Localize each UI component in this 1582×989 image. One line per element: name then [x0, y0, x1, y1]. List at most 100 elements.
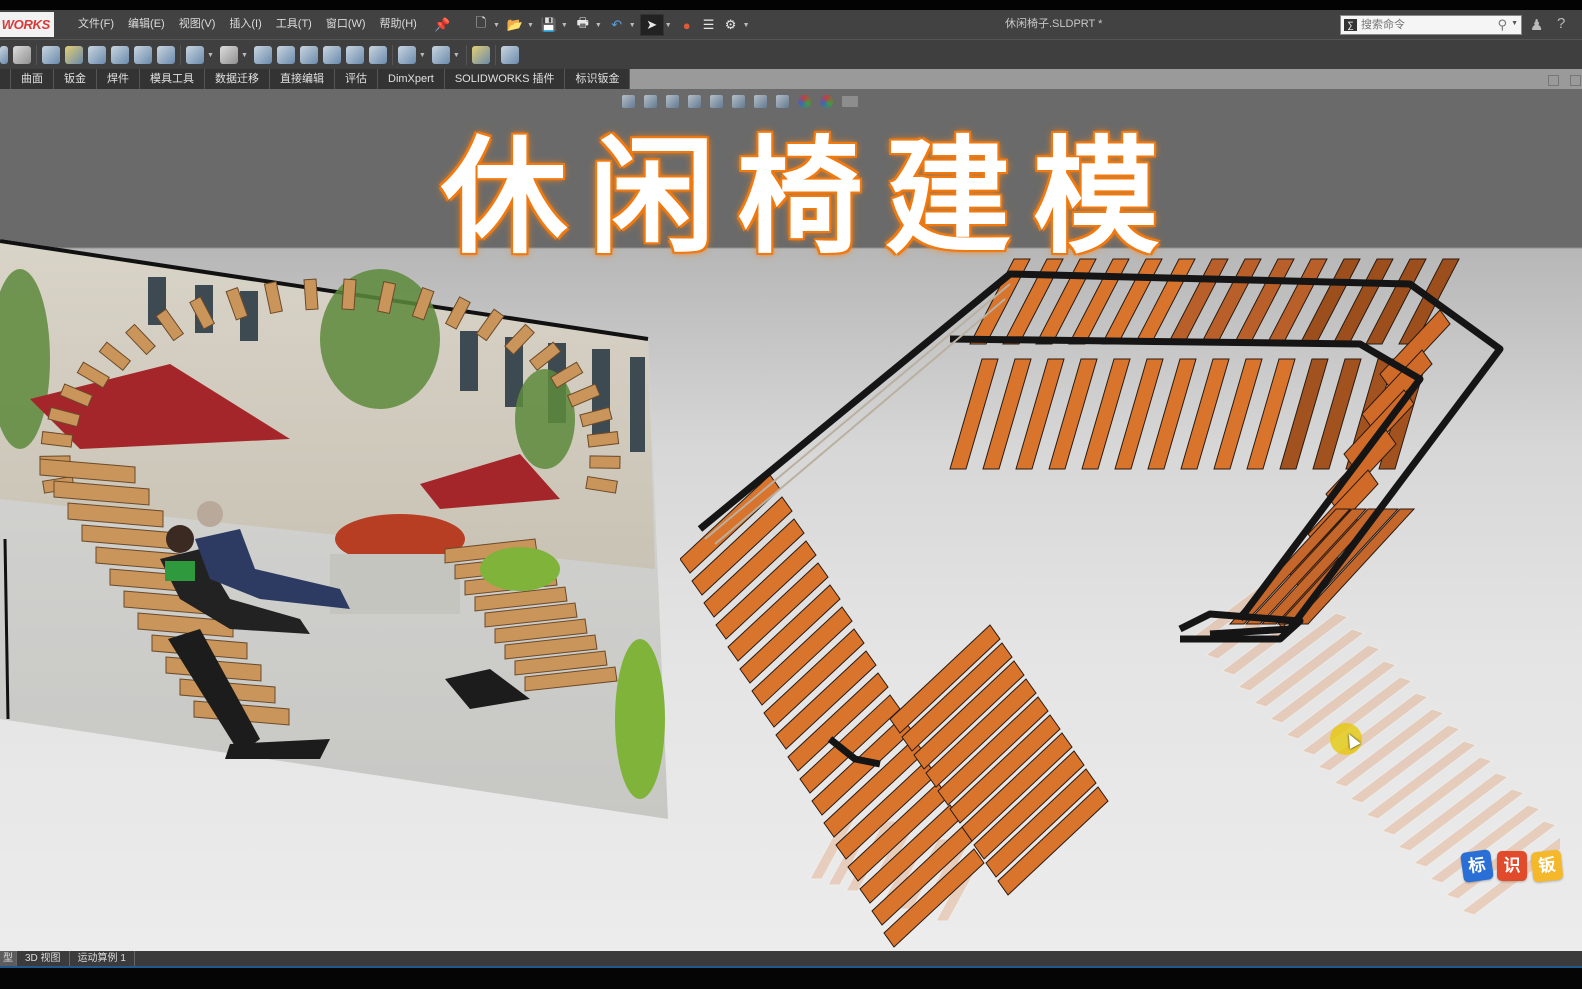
fillet-dropdown-icon[interactable]: ▼ — [207, 52, 214, 59]
right-seat-slats — [1228, 508, 1416, 625]
open-dropdown-icon[interactable]: ▼ — [527, 22, 534, 29]
tab-features[interactable] — [0, 69, 11, 89]
user-account-icon[interactable]: ♟ — [1530, 16, 1543, 34]
command-manager-tabs: 曲面 钣金 焊件 模具工具 数据迁移 直接编辑 评估 DimXpert SOLI… — [0, 69, 1582, 89]
tab-data-migration[interactable]: 数据迁移 — [205, 69, 270, 89]
tab-dimxpert[interactable]: DimXpert — [378, 69, 445, 89]
tab-weldments[interactable]: 焊件 — [97, 69, 140, 89]
toolbar-separator — [465, 45, 467, 65]
canopy-slats — [949, 258, 1460, 629]
linear-pattern-icon[interactable] — [219, 46, 238, 64]
print-dropdown-icon[interactable]: ▼ — [595, 22, 602, 29]
solidworks-logo[interactable]: WORKS — [0, 12, 54, 37]
boss-icon[interactable] — [13, 46, 31, 64]
rebuild-traffic-light-icon[interactable]: ● — [676, 15, 698, 35]
tab-evaluate[interactable]: 评估 — [335, 69, 378, 89]
reference-geometry-icon[interactable] — [397, 46, 416, 64]
menu-view[interactable]: 视图(V) — [179, 10, 216, 39]
select-pointer-icon[interactable]: ➤ — [639, 14, 664, 36]
search-icon[interactable]: ⚲ — [1497, 17, 1507, 33]
curves-dropdown-icon[interactable]: ▼ — [453, 52, 460, 59]
main-menu: 文件(F) 编辑(E) 视图(V) 插入(I) 工具(T) 窗口(W) 帮助(H… — [78, 10, 431, 39]
new-dropdown-icon[interactable]: ▼ — [493, 22, 500, 29]
watermark-char: 标 — [1460, 849, 1494, 883]
graphics-viewport[interactable]: 休闲椅建模 标 识 钣 — [0, 89, 1582, 951]
intersect-icon[interactable] — [345, 46, 364, 64]
watermark-char: 钣 — [1530, 849, 1564, 883]
tab-surfaces[interactable]: 曲面 — [11, 69, 54, 89]
quick-access-toolbar: 🗋 ▼ 📂 ▼ 💾 ▼ 🖶 ▼ ↶ ▼ ➤ ▼ ● ☰ ⚙ ▼ — [470, 14, 754, 36]
wood-slat — [341, 278, 357, 311]
extrude-icon[interactable] — [0, 46, 8, 64]
tab-mold-tools[interactable]: 模具工具 — [140, 69, 205, 89]
document-title: 休闲椅子.SLDPRT * — [1005, 18, 1103, 30]
options-gear-icon[interactable]: ⚙ — [720, 15, 742, 35]
tab-solidworks-addins[interactable]: SOLIDWORKS 插件 — [445, 69, 566, 89]
revolved-cut-icon[interactable] — [65, 46, 83, 64]
tab-sheet-metal[interactable]: 钣金 — [54, 69, 97, 89]
toolbar-separator — [391, 45, 393, 65]
search-dropdown-icon[interactable]: ▼ — [1511, 20, 1518, 27]
left-seat-slats — [680, 474, 1109, 948]
reference-photo — [0, 239, 668, 819]
menu-file[interactable]: 文件(F) — [78, 10, 114, 39]
help-icon[interactable]: ? — [1557, 15, 1565, 32]
model-view-tabs: 型 3D 视图 运动算例 1 — [0, 951, 1582, 968]
menu-help[interactable]: 帮助(H) — [380, 10, 417, 39]
search-input[interactable] — [1361, 17, 1491, 33]
mirror-icon[interactable] — [368, 46, 387, 64]
menu-bar: WORKS 文件(F) 编辑(E) 视图(V) 插入(I) 工具(T) 窗口(W… — [0, 10, 1582, 40]
new-document-icon[interactable]: 🗋 — [470, 15, 492, 35]
toolbar-separator — [494, 45, 496, 65]
instant3d-icon[interactable] — [471, 46, 490, 64]
watermark-char: 识 — [1497, 851, 1527, 881]
tab-model[interactable]: 型 — [0, 951, 17, 966]
boundary-cut-icon[interactable] — [134, 46, 152, 64]
select-dropdown-icon[interactable]: ▼ — [665, 22, 672, 29]
fillet-icon[interactable] — [186, 46, 204, 64]
draft-icon[interactable] — [276, 46, 295, 64]
watermark-logo: 标 识 钣 — [1460, 849, 1564, 883]
extruded-cut-icon[interactable] — [42, 46, 60, 64]
maximize-window-icon[interactable] — [1570, 75, 1581, 86]
command-toolbar: ▼ ▼ ▼ ▼ — [0, 40, 1582, 69]
wood-slat — [589, 455, 621, 469]
wrap-icon[interactable] — [322, 46, 341, 64]
menu-window[interactable]: 窗口(W) — [326, 10, 366, 39]
print-icon[interactable]: 🖶 — [572, 15, 594, 35]
hole-wizard-icon[interactable] — [157, 46, 175, 64]
tab-direct-editing[interactable]: 直接编辑 — [270, 69, 335, 89]
options-dropdown-icon[interactable]: ▼ — [743, 22, 750, 29]
restore-window-icon[interactable] — [1548, 75, 1559, 86]
toolbar-separator — [36, 45, 37, 65]
menu-tools[interactable]: 工具(T) — [276, 10, 312, 39]
window-bottom-edge — [0, 968, 1582, 989]
rib-icon[interactable] — [253, 46, 272, 64]
section-view-icon[interactable] — [500, 46, 519, 64]
lofted-cut-icon[interactable] — [111, 46, 129, 64]
tab-marking-sheet-metal[interactable]: 标识钣金 — [565, 69, 631, 89]
shell-icon[interactable] — [299, 46, 318, 64]
curves-icon[interactable] — [431, 46, 450, 64]
save-dropdown-icon[interactable]: ▼ — [561, 22, 568, 29]
swept-cut-icon[interactable] — [88, 46, 106, 64]
tab-motion-study[interactable]: 运动算例 1 — [70, 951, 135, 966]
menu-insert[interactable]: 插入(I) — [229, 10, 261, 39]
undo-dropdown-icon[interactable]: ▼ — [629, 22, 636, 29]
reference-dropdown-icon[interactable]: ▼ — [419, 52, 426, 59]
planter — [330, 554, 460, 614]
command-prompt-icon: ∑ — [1344, 19, 1357, 31]
toolbar-separator — [180, 45, 181, 65]
pin-menu-icon[interactable]: 📌 — [434, 17, 450, 33]
wood-slat — [303, 278, 319, 311]
pattern-dropdown-icon[interactable]: ▼ — [241, 52, 248, 59]
undo-icon[interactable]: ↶ — [606, 15, 628, 35]
file-properties-icon[interactable]: ☰ — [698, 15, 720, 35]
save-icon[interactable]: 💾 — [538, 15, 560, 35]
search-commands[interactable]: ∑ ⚲ ▼ — [1340, 15, 1522, 35]
menu-edit[interactable]: 编辑(E) — [128, 10, 165, 39]
tab-3d-views[interactable]: 3D 视图 — [17, 951, 70, 966]
chair-3d-model — [680, 258, 1560, 948]
open-icon[interactable]: 📂 — [504, 15, 526, 35]
window-top-edge — [0, 0, 1582, 10]
